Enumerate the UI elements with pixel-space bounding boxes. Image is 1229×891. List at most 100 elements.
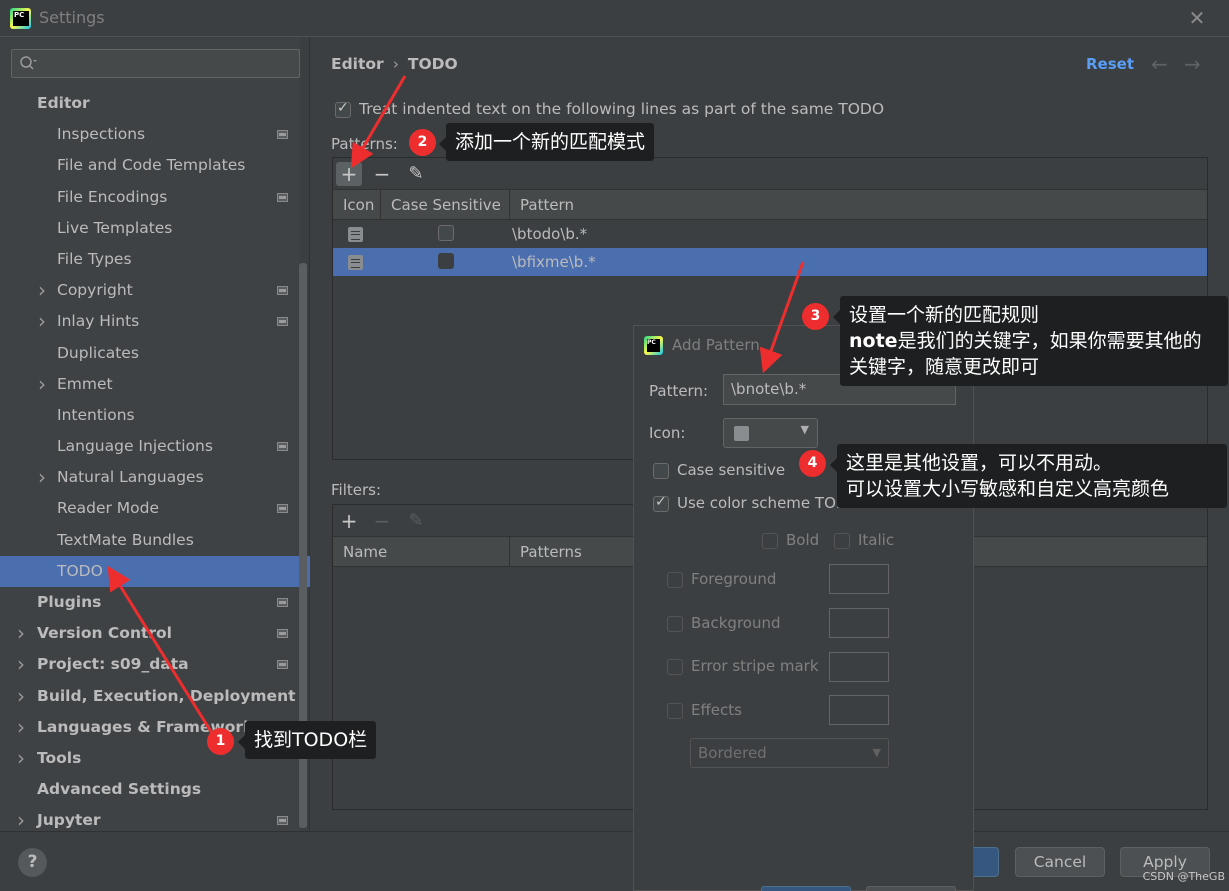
annotation-badge-4: 4 <box>799 450 826 477</box>
todo-icon <box>348 227 363 242</box>
sidebar-item-label: TextMate Bundles <box>57 530 194 549</box>
sidebar-item-intentions[interactable]: Intentions <box>0 400 300 431</box>
search-input[interactable] <box>11 49 300 78</box>
sidebar-item-file-encodings[interactable]: File Encodings <box>0 182 300 213</box>
pattern-value: \btodo\b.* <box>512 225 588 243</box>
chevron-right-icon[interactable]: › <box>38 462 46 493</box>
column-pattern[interactable]: Pattern <box>510 190 1209 220</box>
sidebar-item-label: File Encodings <box>57 187 168 206</box>
sidebar-item-emmet[interactable]: › Emmet <box>0 369 300 400</box>
sidebar-item-inspections[interactable]: Inspections <box>0 119 300 150</box>
pycharm-logo-icon <box>10 8 31 29</box>
case-sensitive-checkbox[interactable] <box>438 253 454 269</box>
edit-filter-button: ✎ <box>408 510 424 531</box>
effects-row: Effects <box>667 701 742 719</box>
sidebar-item-live-templates[interactable]: Live Templates <box>0 213 300 244</box>
column-icon[interactable]: Icon <box>333 190 381 220</box>
sidebar-item-label: Advanced Settings <box>37 780 202 799</box>
icon-dropdown[interactable]: ▼ <box>723 418 818 448</box>
pattern-row[interactable]: \bfixme\b.* <box>333 248 1207 276</box>
annotation-badge-2: 2 <box>409 129 436 156</box>
sidebar-item-duplicates[interactable]: Duplicates <box>0 338 300 369</box>
sidebar-item-label: Copyright <box>57 281 133 300</box>
treat-indented-checkbox[interactable] <box>335 100 351 118</box>
dialog-cancel-button[interactable] <box>866 886 956 891</box>
effects-color-swatch <box>829 695 889 725</box>
sidebar-item-plugins[interactable]: Plugins <box>0 587 300 618</box>
filters-label: Filters: <box>331 481 382 499</box>
chevron-right-icon[interactable]: › <box>38 275 46 306</box>
project-level-icon <box>277 660 288 670</box>
patterns-label: Patterns: <box>331 135 398 153</box>
case-sensitive-checkbox[interactable] <box>438 225 454 241</box>
sidebar-item-label: Plugins <box>37 593 102 611</box>
sidebar-item-natural-languages[interactable]: › Natural Languages <box>0 462 300 493</box>
sidebar-item-reader-mode[interactable]: Reader Mode <box>0 493 300 524</box>
annotation-4-line-2: 可以设置大小写敏感和自定义高亮颜色 <box>846 478 1170 500</box>
sidebar-item-label: File and Code Templates <box>57 156 246 175</box>
sidebar-item-advanced-settings[interactable]: Advanced Settings <box>0 774 300 805</box>
project-level-icon <box>277 286 288 296</box>
breadcrumb-editor[interactable]: Editor <box>331 55 384 73</box>
sidebar-item-label: Duplicates <box>57 343 139 362</box>
case-sensitive-row[interactable]: Case sensitive <box>653 461 785 479</box>
case-sensitive-checkbox[interactable] <box>653 462 669 479</box>
project-level-icon <box>277 816 288 826</box>
sidebar-item-build-execution-deployment[interactable]: › Build, Execution, Deployment <box>0 681 300 712</box>
bold-label: Bold <box>786 531 820 549</box>
annotation-4-line-1: 这里是其他设置，可以不用动。 <box>846 452 1113 474</box>
cancel-button[interactable]: Cancel <box>1015 847 1105 877</box>
italic-checkbox <box>834 532 850 549</box>
chevron-right-icon[interactable]: › <box>17 649 25 680</box>
background-row: Background <box>667 614 781 632</box>
column-case-sensitive[interactable]: Case Sensitive <box>381 190 510 220</box>
bold-row: Bold <box>762 531 819 549</box>
sidebar-item-language-injections[interactable]: Language Injections <box>0 431 300 462</box>
pattern-row[interactable]: \btodo\b.* <box>333 220 1207 248</box>
sidebar-item-project-s09-data[interactable]: › Project: s09_data <box>0 649 300 680</box>
sidebar-item-textmate-bundles[interactable]: TextMate Bundles <box>0 525 300 556</box>
forward-arrow-icon[interactable]: → <box>1184 52 1201 76</box>
treat-indented-checkbox-row[interactable]: Treat indented text on the following lin… <box>335 100 884 118</box>
chevron-right-icon[interactable]: › <box>17 618 25 649</box>
background-label: Background <box>691 614 781 632</box>
pattern-label: Pattern: <box>649 382 709 400</box>
column-name[interactable]: Name <box>333 537 510 567</box>
foreground-checkbox <box>667 571 683 588</box>
chevron-right-icon[interactable]: › <box>17 712 25 743</box>
back-arrow-icon[interactable]: ← <box>1151 52 1168 76</box>
add-pattern-button[interactable]: + <box>336 162 362 186</box>
dialog-ok-button[interactable] <box>761 886 851 891</box>
sidebar-item-inlay-hints[interactable]: › Inlay Hints <box>0 306 300 337</box>
foreground-color-swatch <box>829 564 889 594</box>
help-button[interactable]: ? <box>18 848 47 877</box>
close-icon[interactable]: ✕ <box>1187 8 1207 28</box>
breadcrumb: Editor › TODO <box>331 55 458 73</box>
sidebar-item-label: File Types <box>57 249 132 268</box>
add-pattern-dialog: Add Pattern Pattern: \bnote\b.* Icon: ▼ … <box>633 325 974 891</box>
sidebar-item-copyright[interactable]: › Copyright <box>0 275 300 306</box>
breadcrumb-separator: › <box>392 55 399 73</box>
sidebar-item-file-types[interactable]: File Types <box>0 244 300 275</box>
edit-pattern-button[interactable]: ✎ <box>403 162 429 186</box>
chevron-right-icon[interactable]: › <box>17 681 25 712</box>
sidebar-item-editor[interactable]: Editor <box>0 88 300 119</box>
sidebar-item-version-control[interactable]: › Version Control <box>0 618 300 649</box>
sidebar-item-todo[interactable]: TODO <box>0 555 310 587</box>
chevron-right-icon[interactable]: › <box>38 369 46 400</box>
dialog-button-bar: ? Cancel Apply <box>0 831 1229 891</box>
chevron-right-icon[interactable]: › <box>17 743 25 774</box>
sidebar-item-label: Jupyter <box>37 811 101 830</box>
dialog-title: Add Pattern <box>672 336 760 354</box>
add-filter-button[interactable]: + <box>336 509 362 533</box>
chevron-down-icon: ▼ <box>800 423 809 436</box>
project-level-icon <box>277 598 288 607</box>
remove-pattern-button[interactable]: − <box>369 162 395 186</box>
project-level-icon <box>277 317 288 327</box>
sidebar-item-file-and-code-templates[interactable]: File and Code Templates <box>0 150 300 181</box>
annotation-3-line-2-text: 是我们的关键字，如果你需要其他的 <box>897 330 1202 352</box>
chevron-right-icon[interactable]: › <box>38 306 46 337</box>
use-color-scheme-checkbox[interactable] <box>653 494 669 512</box>
effect-type-value: Bordered <box>698 744 767 762</box>
reset-button[interactable]: Reset <box>1086 55 1134 73</box>
